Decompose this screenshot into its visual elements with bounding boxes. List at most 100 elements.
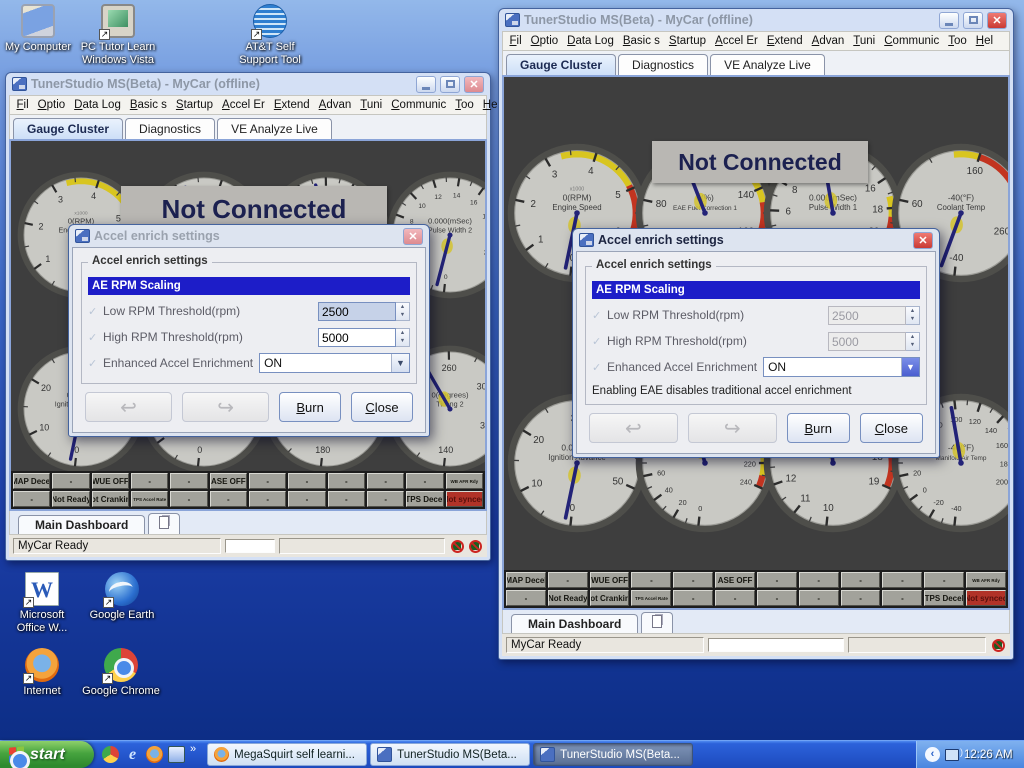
desktop-icon-google-earth[interactable]: ↗ Google Earth — [78, 572, 166, 622]
shortcut-arrow-icon: ↗ — [99, 29, 110, 40]
maximize-button[interactable] — [440, 75, 460, 93]
menu-fil[interactable]: Fil — [505, 35, 526, 47]
close-button[interactable]: Close — [859, 413, 923, 443]
spinner-down-icon[interactable]: ▼ — [396, 311, 409, 320]
accel-enrich-dialog-right: Accel enrich settings ✕ Accel enrich set… — [572, 228, 940, 458]
tab-diagnostics[interactable]: Diagnostics — [618, 54, 709, 75]
desktop-icon-my-computer[interactable]: My Computer — [4, 4, 72, 54]
low-rpm-spinner[interactable]: 2500 ▲ ▼ — [318, 301, 410, 321]
menu-fil[interactable]: Fil — [12, 99, 33, 111]
burn-button[interactable]: Burn — [786, 413, 850, 443]
indicator-blank: - — [248, 491, 287, 507]
undo-button[interactable]: ↩ — [589, 413, 678, 443]
title-bar[interactable]: TunerStudio MS(Beta) - MyCar (offline) ✕ — [502, 9, 1010, 31]
menu-tuni[interactable]: Tuni — [356, 99, 387, 111]
low-rpm-value[interactable]: 2500 — [318, 301, 396, 321]
menu-extend[interactable]: Extend — [269, 99, 314, 111]
selected-setting-row[interactable]: AE RPM Scaling — [592, 281, 920, 299]
maximize-button[interactable] — [963, 11, 983, 29]
minimize-button[interactable] — [416, 75, 436, 93]
desktop-icon-internet[interactable]: ↗ Internet — [4, 648, 80, 698]
accel-enrich-dialog-left: Accel enrich settings ✕ Accel enrich set… — [68, 224, 430, 437]
indicator-tps-decel: TPS Decel — [924, 590, 965, 606]
low-rpm-value: 2500 — [828, 305, 906, 325]
menu-data-log[interactable]: Data Log — [563, 35, 619, 47]
eae-combo-box[interactable]: ON ▼ — [259, 353, 410, 373]
menu-basic-s[interactable]: Basic s — [618, 35, 664, 47]
close-icon[interactable]: ✕ — [464, 75, 484, 93]
menu-basic-s[interactable]: Basic s — [125, 99, 171, 111]
menu-too[interactable]: Too — [944, 35, 972, 47]
spinner-up-icon[interactable]: ▲ — [396, 329, 409, 338]
menu-accel-er[interactable]: Accel Er — [218, 99, 270, 111]
svg-text:0: 0 — [923, 486, 927, 495]
redo-button[interactable]: ↪ — [182, 392, 270, 422]
menu-extend[interactable]: Extend — [762, 35, 807, 47]
dialog-title-bar[interactable]: Accel enrich settings ✕ — [72, 225, 426, 247]
close-icon[interactable]: ✕ — [403, 227, 423, 245]
tab-diagnostics[interactable]: Diagnostics — [125, 118, 216, 139]
menu-data-log[interactable]: Data Log — [70, 99, 126, 111]
chevron-down-icon[interactable]: ▼ — [901, 358, 919, 376]
desktop-icon-pc-tutor-learn-windows-vista[interactable]: ↗ PC Tutor Learn Windows Vista — [72, 4, 164, 67]
menu-startup[interactable]: Startup — [171, 99, 217, 111]
spinner-up-icon[interactable]: ▲ — [396, 303, 409, 312]
menu-hel[interactable]: Hel — [971, 35, 997, 47]
quick-launch-ie-icon[interactable]: e — [124, 746, 141, 763]
dialog-title-bar[interactable]: Accel enrich settings ✕ — [576, 229, 936, 251]
menu-tuni[interactable]: Tuni — [849, 35, 880, 47]
network-tray-icon[interactable] — [945, 747, 963, 761]
tab-main-dashboard[interactable]: Main Dashboard — [511, 614, 639, 633]
menu-advan[interactable]: Advan — [314, 99, 356, 111]
close-icon[interactable]: ✕ — [987, 11, 1007, 29]
taskbar-button-tunerstudio-ms-beta-1[interactable]: TunerStudio MS(Beta... — [370, 743, 531, 766]
menu-optio[interactable]: Optio — [526, 35, 563, 47]
quick-launch-overflow-icon[interactable]: » — [190, 741, 196, 755]
minimize-button[interactable] — [939, 11, 959, 29]
high-rpm-spinner[interactable]: 5000 ▲ ▼ — [318, 327, 410, 347]
dialog-title: Accel enrich settings — [598, 233, 724, 247]
menu-accel-er[interactable]: Accel Er — [711, 35, 763, 47]
eae-combo-value: ON — [264, 356, 283, 370]
new-dashboard-tab-button[interactable] — [148, 513, 181, 534]
desktop-icon-at-t-self-support-tool[interactable]: ↗ AT&T Self Support Tool — [226, 4, 314, 67]
tab-ve-analyze-live[interactable]: VE Analyze Live — [710, 54, 825, 75]
menu-startup[interactable]: Startup — [664, 35, 710, 47]
menu-communic[interactable]: Communic — [880, 35, 944, 47]
desktop-icon-microsoft-office-w[interactable]: ↗Microsoft Office W... — [4, 572, 80, 635]
quick-launch-firefox-icon[interactable] — [146, 746, 163, 763]
indicator-blank: - — [406, 473, 444, 489]
svg-text:140: 140 — [438, 445, 453, 455]
eae-combo-box[interactable]: ON ▼ — [763, 357, 920, 377]
tab-main-dashboard[interactable]: Main Dashboard — [18, 515, 146, 534]
spinner-down-icon[interactable]: ▼ — [396, 337, 409, 346]
desktop-icon-google-chrome[interactable]: ↗ Google Chrome — [74, 648, 168, 698]
svg-text:300: 300 — [477, 381, 487, 391]
tab-ve-analyze-live[interactable]: VE Analyze Live — [217, 118, 332, 139]
taskbar-button-tunerstudio-ms-beta-2[interactable]: TunerStudio MS(Beta... — [533, 743, 694, 766]
high-rpm-value[interactable]: 5000 — [318, 327, 396, 347]
quick-launch-doc-icon[interactable] — [168, 746, 185, 763]
menu-communic[interactable]: Communic — [387, 99, 451, 111]
quick-launch-chrome-icon[interactable] — [102, 746, 119, 763]
indicator-blank: - — [288, 491, 326, 507]
burn-button[interactable]: Burn — [279, 392, 342, 422]
menu-optio[interactable]: Optio — [33, 99, 70, 111]
close-icon[interactable]: ✕ — [913, 231, 933, 249]
undo-button[interactable]: ↩ — [85, 392, 173, 422]
selected-setting-row[interactable]: AE RPM Scaling — [88, 277, 410, 295]
svg-text:12: 12 — [785, 474, 796, 485]
hide-icons-chevron-icon[interactable]: ‹ — [925, 747, 940, 762]
ts-icon — [377, 747, 393, 762]
tab-gauge-cluster[interactable]: Gauge Cluster — [506, 54, 617, 75]
redo-button[interactable]: ↪ — [687, 413, 777, 443]
chevron-down-icon[interactable]: ▼ — [391, 354, 409, 372]
new-dashboard-tab-button[interactable] — [641, 612, 674, 633]
title-bar[interactable]: TunerStudio MS(Beta) - MyCar (offline) ✕ — [9, 73, 487, 95]
menu-advan[interactable]: Advan — [807, 35, 849, 47]
menu-too[interactable]: Too — [451, 99, 479, 111]
tab-gauge-cluster[interactable]: Gauge Cluster — [13, 118, 124, 139]
high-rpm-row: ✓ High RPM Threshold(rpm) 5000 ▲ ▼ — [592, 328, 920, 354]
close-button[interactable]: Close — [351, 392, 413, 422]
taskbar-button-megasquirt-self-learni-0[interactable]: MegaSquirt self learni... — [207, 743, 368, 766]
